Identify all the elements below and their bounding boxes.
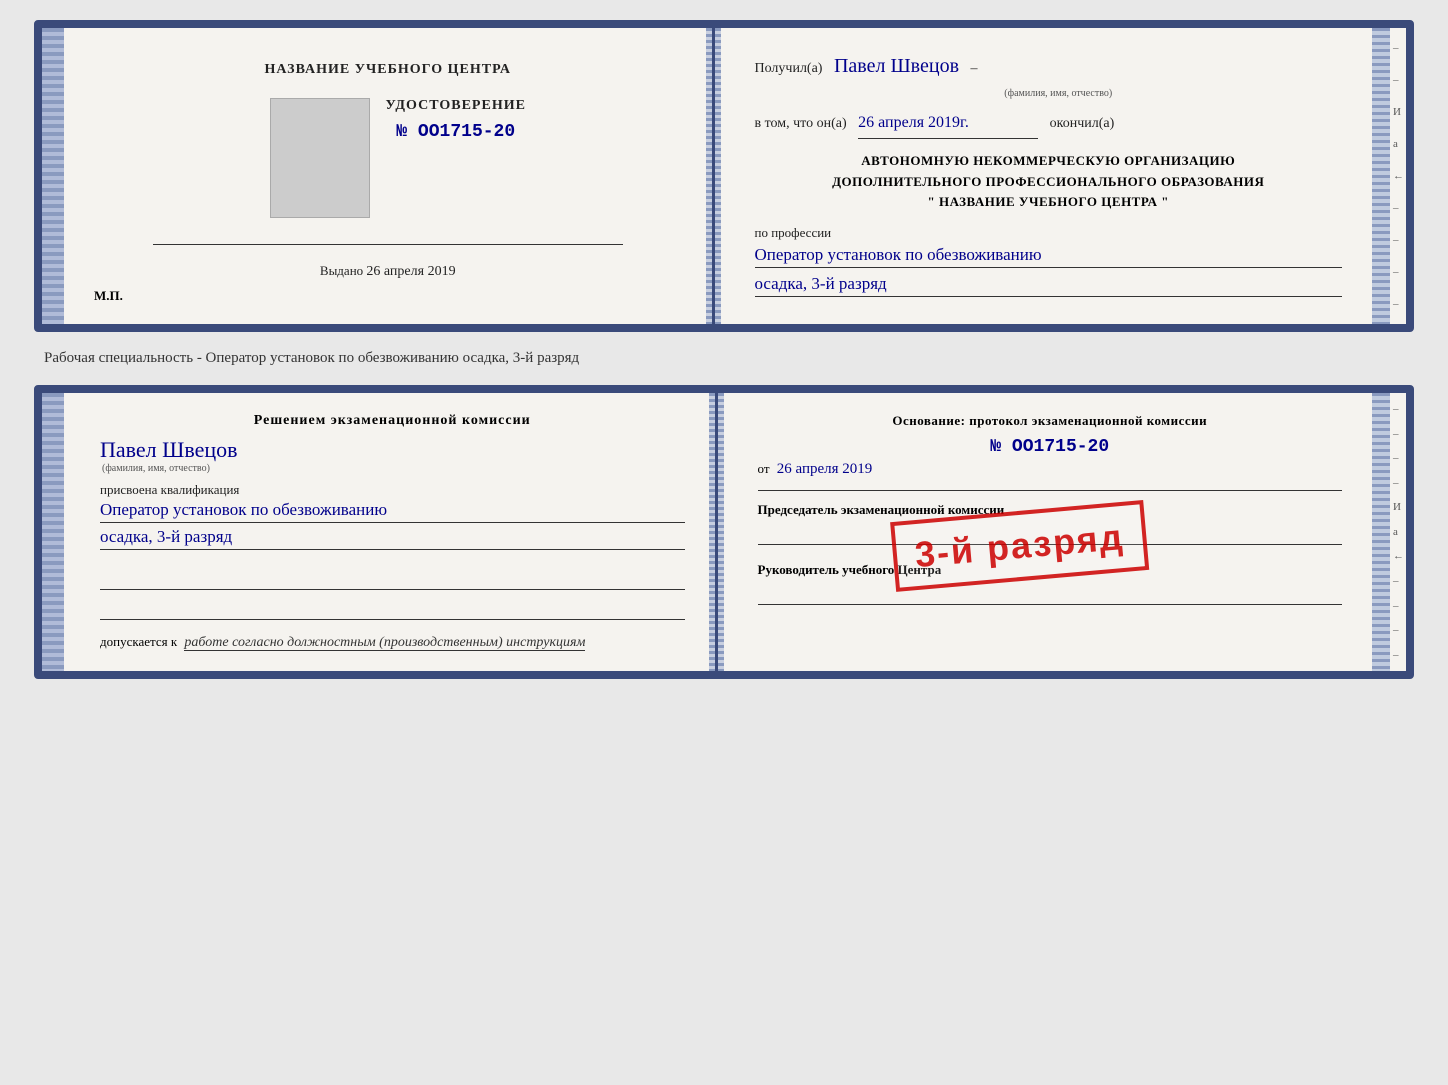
training-center-title: НАЗВАНИЕ УЧЕБНОГО ЦЕНТРА [265,62,511,78]
bottom-left-spine [42,393,64,671]
top-card-right: Получил(а) Павел Швецов – (фамилия, имя,… [715,28,1373,324]
page-wrapper: НАЗВАНИЕ УЧЕБНОГО ЦЕНТРА УДОСТОВЕРЕНИЕ №… [34,20,1414,679]
bottom-document-card: Решением экзаменационной комиссии Павел … [34,385,1414,679]
profession-label: по профессии [755,225,1343,241]
cert-label: УДОСТОВЕРЕНИЕ [386,98,526,114]
top-card-left: НАЗВАНИЕ УЧЕБНОГО ЦЕНТРА УДОСТОВЕРЕНИЕ №… [64,28,715,324]
from-date-line: от 26 апреля 2019 [758,461,1343,478]
confirmed-line: в том, что он(а) 26 апреля 2019г. окончи… [755,109,1343,139]
person-name-bottom: Павел Швецов [100,437,685,463]
name-sublabel-top: (фамилия, имя, отчество) [775,88,1343,99]
mp-label: М.П. [94,288,123,304]
director-sig-block [758,583,1343,605]
photo-placeholder [270,98,370,218]
from-date-value: 26 апреля 2019 [777,461,873,477]
confirmed-date: 26 апреля 2019г. [858,109,1038,139]
qualification-value-2: осадка, 3-й разряд [100,527,685,550]
qualification-value-1: Оператор установок по обезвоживанию [100,500,685,523]
caption-line: Рабочая специальность - Оператор установ… [34,350,1414,367]
basis-title: Основание: протокол экзаменационной коми… [758,413,1343,429]
qualification-label: присвоена квалификация [100,482,685,498]
allowed-value: работе согласно должностным (производств… [184,635,585,651]
left-spine-strip [42,28,64,324]
decision-title: Решением экзаменационной комиссии [100,413,685,429]
right-spine-strip [1372,28,1390,324]
issued-date: 26 апреля 2019 [366,264,455,279]
bottom-card-right: Основание: протокол экзаменационной коми… [718,393,1373,671]
recipient-name: Павел Швецов [834,55,959,77]
cert-number: № OO1715-20 [396,122,515,142]
profession-value-line2: осадка, 3-й разряд [755,274,1343,297]
bottom-right-spine [1372,393,1390,671]
top-document-card: НАЗВАНИЕ УЧЕБНОГО ЦЕНТРА УДОСТОВЕРЕНИЕ №… [34,20,1414,332]
issued-line: Выдано 26 апреля 2019 [320,263,456,280]
signature-lines [100,566,685,620]
received-line: Получил(а) Павел Швецов – [755,48,1343,84]
org-text: АВТОНОМНУЮ НЕКОММЕРЧЕСКУЮ ОРГАНИЗАЦИЮ ДО… [755,151,1343,213]
bottom-card-left: Решением экзаменационной комиссии Павел … [64,393,718,671]
profession-value-line1: Оператор установок по обезвоживанию [755,245,1343,268]
allowed-line: допускается к работе согласно должностны… [100,634,685,651]
name-sublabel-bottom: (фамилия, имя, отчество) [102,463,685,474]
basis-number: № OO1715-20 [758,437,1343,457]
